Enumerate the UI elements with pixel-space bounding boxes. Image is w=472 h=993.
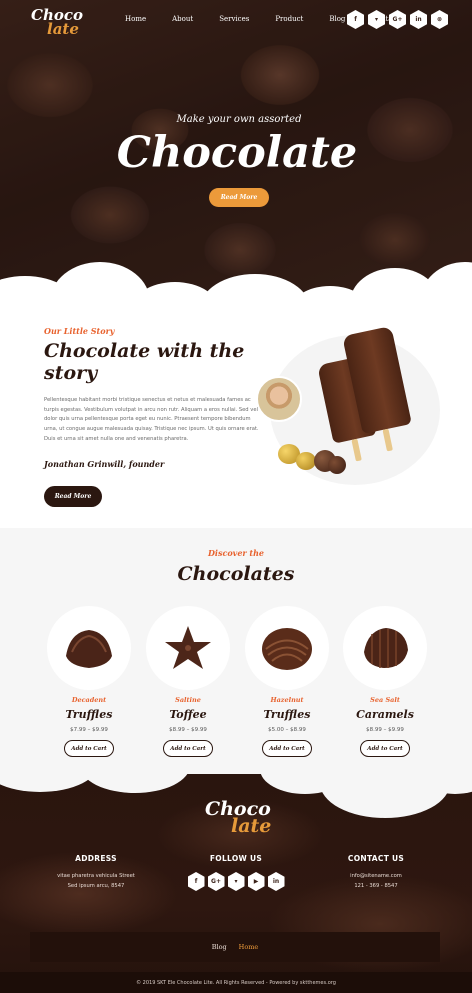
footer-nav-blog[interactable]: Blog [212,943,227,951]
hero-banner: Choco late Home About Services Product B… [0,0,472,305]
copyright-text: © 2019 SKT Ele Chocolate Lite. All Right… [0,972,472,993]
google-plus-icon[interactable]: G+ [207,872,225,891]
product-flavor: Decadent [71,696,107,704]
google-plus-icon[interactable]: G+ [389,10,406,29]
footer-social-links: f G+ ▾ ▶ in [176,872,296,891]
linkedin-icon[interactable]: in [410,10,427,29]
footer-address: ADDRESS vitae pharetra vehicula Street S… [46,854,146,892]
dribbble-icon[interactable]: ⊛ [431,10,448,29]
product-card: Hazelnut Truffles $5.00 – $8.99 Add to C… [242,606,332,757]
candy-image [328,456,346,474]
add-to-cart-button[interactable]: Add to Cart [163,740,213,757]
address-heading: ADDRESS [75,854,117,863]
hero-subtitle: Make your own assorted [176,114,302,125]
truffle-image [66,630,112,668]
product-image-frame [245,606,329,690]
product-name[interactable]: Caramels [340,708,430,721]
product-flavor: Hazelnut [270,696,304,704]
product-name[interactable]: Toffee [143,708,233,721]
footer-nav: Blog Home [30,932,440,962]
logo-text-late: late [47,19,79,38]
product-flavor: Sea Salt [370,696,400,704]
story-read-more-button[interactable]: Read More [44,486,102,507]
footer-logo[interactable]: Choco late [205,799,272,838]
youtube-icon[interactable]: ▶ [247,872,265,891]
product-card: Sea Salt Caramels $8.99 – $9.99 Add to C… [340,606,430,757]
cloud-shape [80,774,190,793]
product-name[interactable]: Truffles [44,708,134,721]
nav-blog[interactable]: Blog [329,15,345,23]
product-price: $5.00 – $8.99 [268,727,306,733]
product-price: $8.99 – $9.99 [169,727,207,733]
product-image-frame [146,606,230,690]
add-to-cart-button[interactable]: Add to Cart [64,740,114,757]
story-title: Chocolate with the story [44,340,245,384]
add-to-cart-button[interactable]: Add to Cart [262,740,312,757]
chocolates-title: Chocolates [177,563,295,585]
product-flavor: Saltine [175,696,201,704]
site-logo[interactable]: Choco late [31,8,83,38]
twitter-icon[interactable]: ▾ [368,10,385,29]
hero-title: Chocolate [116,128,358,178]
footer-contact: CONTACT US info@sitename.com 121 - 369 -… [326,854,426,892]
twitter-icon[interactable]: ▾ [227,872,245,891]
logo-text-late: late [231,815,272,838]
product-image-frame [47,606,131,690]
nav-home[interactable]: Home [125,15,146,23]
contact-heading: CONTACT US [347,854,405,863]
address-line-2: Sed ipsum arcu, 8547 [67,882,125,889]
contact-email[interactable]: info@sitename.com [350,873,402,879]
founder-avatar [256,376,302,422]
product-price: $8.99 – $9.99 [366,727,404,733]
product-card: Decadent Truffles $7.99 – $9.99 Add to C… [44,606,134,757]
product-image-frame [343,606,427,690]
facebook-icon[interactable]: f [347,10,364,29]
hero-read-more-button[interactable]: Read More [209,188,269,207]
candy-image [296,452,316,470]
address-line-1: vitae pharetra vehicula Street [57,873,135,879]
nav-about[interactable]: About [172,15,193,23]
shell-chocolate-image [262,628,312,670]
header-social-links: f ▾ G+ in ⊛ [347,10,448,29]
chocolates-kicker: Discover the [207,548,265,558]
story-kicker: Our Little Story [44,326,115,336]
starfish-chocolate-image [165,626,211,669]
product-price: $7.99 – $9.99 [70,727,108,733]
product-name[interactable]: Truffles [242,708,332,721]
footer-follow: FOLLOW US f G+ ▾ ▶ in [176,854,296,891]
nav-services[interactable]: Services [219,15,249,23]
add-to-cart-button[interactable]: Add to Cart [360,740,410,757]
facebook-icon[interactable]: f [187,872,205,891]
product-card: Saltine Toffee $8.99 – $9.99 Add to Cart [143,606,233,757]
contact-phone: 121 - 369 - 8547 [354,882,398,889]
story-signature: Jonathan Grinwill, founder [44,459,165,469]
site-footer: Choco late ADDRESS vitae pharetra vehicu… [0,774,472,993]
footer-nav-home[interactable]: Home [239,943,259,951]
linkedin-icon[interactable]: in [267,872,285,891]
nav-product[interactable]: Product [275,15,303,23]
caramel-chocolate-image [364,628,408,668]
follow-heading: FOLLOW US [209,854,263,863]
story-body-text: Pellentesque habitant morbi tristique se… [44,397,259,442]
